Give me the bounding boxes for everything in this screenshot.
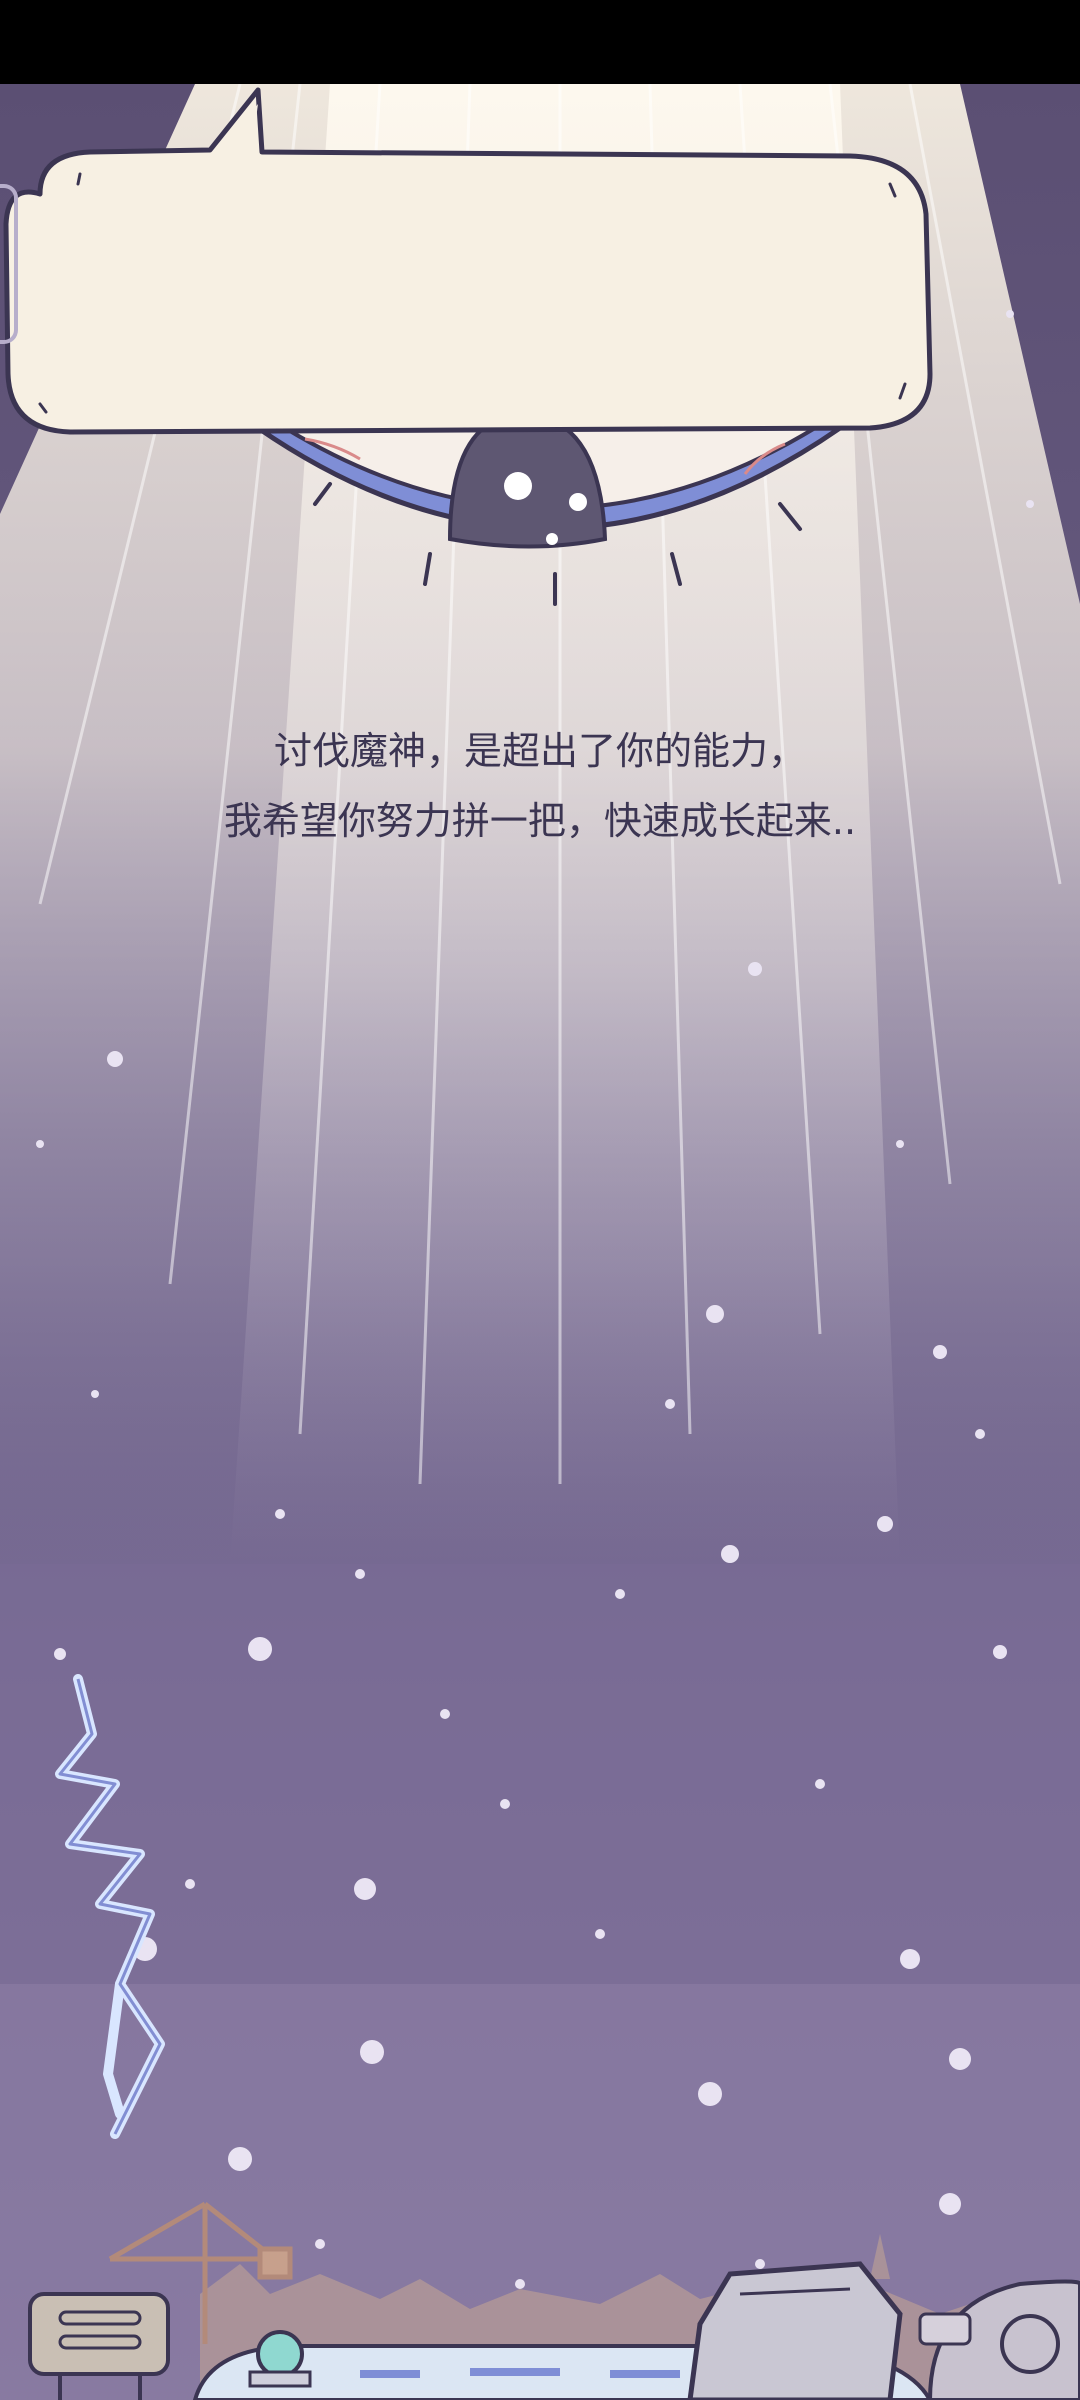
dialogue-line-2: 我希望你努力拼一把，快速成长起来.. xyxy=(223,799,857,843)
speech-bubble[interactable] xyxy=(0,84,936,474)
side-menu-tab[interactable] xyxy=(0,184,18,344)
ground-band xyxy=(0,1564,1080,1984)
dialogue-line-1: 讨伐魔神，是超出了你的能力， xyxy=(273,729,806,773)
status-bar xyxy=(0,0,1080,84)
game-scene[interactable] xyxy=(0,84,1080,2400)
dialogue-text: 讨伐魔神，是超出了你的能力， 我希望你努力拼一把，快速成长起来.. xyxy=(72,716,1008,856)
rock-icon xyxy=(687,2261,903,2400)
